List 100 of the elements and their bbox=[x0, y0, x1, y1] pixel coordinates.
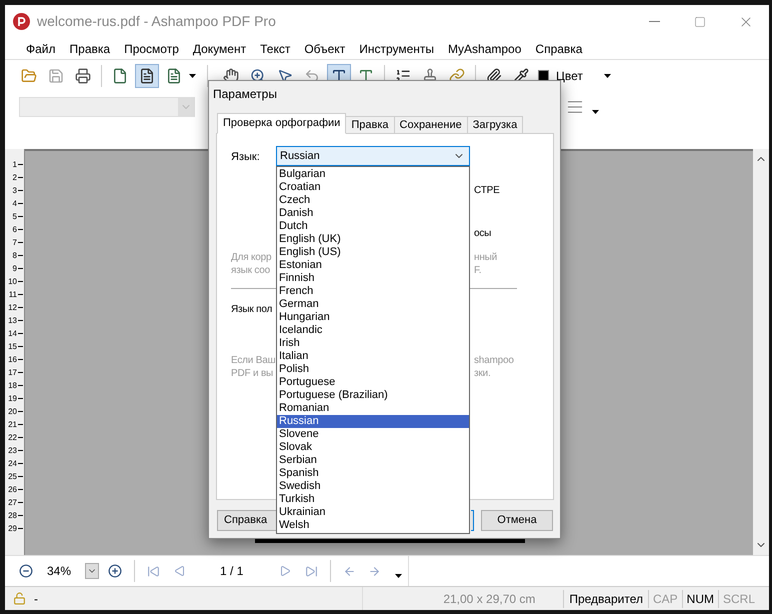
language-label: Язык: bbox=[231, 150, 260, 165]
menu-item[interactable]: Объект bbox=[297, 40, 352, 58]
language-option[interactable]: Polish bbox=[277, 363, 469, 376]
color-label[interactable]: Цвет bbox=[556, 66, 583, 84]
language-option[interactable]: Turkish bbox=[277, 493, 469, 506]
lock-status: - bbox=[34, 590, 38, 608]
language-option[interactable]: Russian bbox=[277, 415, 469, 428]
language-option[interactable]: Hungarian bbox=[277, 311, 469, 324]
language-option[interactable]: Ukrainian bbox=[277, 506, 469, 519]
language-option[interactable]: Bulgarian bbox=[277, 168, 469, 181]
menu-item[interactable]: Документ bbox=[186, 40, 254, 58]
ruler-number: 7 bbox=[12, 238, 17, 246]
language-option[interactable]: Welsh bbox=[277, 519, 469, 532]
color-swatch-icon[interactable] bbox=[538, 70, 549, 81]
zoom-level: 34% bbox=[47, 563, 72, 580]
language-option[interactable]: Icelandic bbox=[277, 324, 469, 337]
ruler-number: 6 bbox=[12, 226, 17, 234]
partial-text: зки. bbox=[474, 367, 491, 381]
scrollbar[interactable] bbox=[753, 149, 769, 555]
language-option[interactable]: Italian bbox=[277, 350, 469, 363]
menu-item[interactable]: Файл bbox=[19, 40, 63, 58]
language-option[interactable]: Portuguese (Brazilian) bbox=[277, 389, 469, 402]
menu-item[interactable]: Справка bbox=[528, 40, 590, 58]
partial-text: Язык пол bbox=[231, 303, 272, 317]
language-option[interactable]: Irish bbox=[277, 337, 469, 350]
language-option[interactable]: Czech bbox=[277, 194, 469, 207]
caret-icon[interactable] bbox=[604, 74, 611, 78]
minimize-icon bbox=[648, 21, 660, 22]
ruler-number: 21 bbox=[8, 420, 17, 428]
menu-item[interactable]: Текст bbox=[253, 40, 298, 58]
font-field[interactable] bbox=[19, 96, 195, 116]
tab[interactable]: Проверка орфографии bbox=[217, 113, 346, 134]
language-combobox[interactable]: Russian bbox=[276, 146, 470, 166]
language-option[interactable]: Serbian bbox=[277, 454, 469, 467]
ruler-number: 15 bbox=[8, 342, 17, 350]
ruler-number: 27 bbox=[8, 498, 17, 506]
key-indicator: CAP bbox=[648, 590, 682, 608]
language-option[interactable]: Finnish bbox=[277, 272, 469, 285]
partial-text: shampoo bbox=[474, 354, 514, 368]
language-option[interactable]: Estonian bbox=[277, 259, 469, 272]
zoom-dropdown[interactable] bbox=[85, 563, 100, 579]
partial-text: осы bbox=[474, 227, 492, 241]
help-button[interactable]: Справка bbox=[217, 510, 276, 531]
ruler-number: 10 bbox=[8, 278, 17, 286]
language-option[interactable]: Swedish bbox=[277, 480, 469, 493]
caret-icon[interactable] bbox=[395, 574, 402, 578]
zoom-out-icon[interactable] bbox=[19, 564, 33, 578]
language-list[interactable] bbox=[276, 166, 470, 534]
key-indicator: SCRL bbox=[718, 590, 759, 608]
menu-item[interactable]: MyAshampoo bbox=[441, 40, 528, 58]
language-option[interactable]: Danish bbox=[277, 207, 469, 220]
language-option[interactable]: English (US) bbox=[277, 246, 469, 259]
language-option[interactable]: English (UK) bbox=[277, 233, 469, 246]
menu-item[interactable]: Просмотр bbox=[117, 40, 186, 58]
partial-text: F. bbox=[474, 264, 482, 278]
window-title: welcome-rus.pdf - Ashampoo PDF Pro bbox=[37, 12, 276, 31]
partial-text: СТРЕ bbox=[474, 184, 500, 198]
ruler-number: 25 bbox=[8, 472, 17, 480]
ruler-number: 9 bbox=[12, 264, 17, 272]
ruler-number: 17 bbox=[8, 368, 17, 376]
caret-icon[interactable] bbox=[189, 74, 196, 78]
lock-icon bbox=[13, 592, 26, 605]
language-option[interactable]: Slovene bbox=[277, 428, 469, 441]
ruler-number: 16 bbox=[8, 356, 17, 364]
ruler-number: 12 bbox=[8, 304, 17, 312]
language-option[interactable]: Portuguese bbox=[277, 376, 469, 389]
ruler-number: 2 bbox=[12, 174, 17, 182]
tab[interactable]: Загрузка bbox=[466, 116, 524, 134]
cancel-button[interactable]: Отмена bbox=[481, 510, 553, 531]
ruler-number: 28 bbox=[8, 512, 17, 520]
ok-button-edge bbox=[471, 510, 474, 531]
zoom-in-icon[interactable] bbox=[108, 564, 122, 578]
language-option[interactable]: Romanian bbox=[277, 402, 469, 415]
maximize-icon bbox=[694, 16, 706, 28]
key-indicator: NUM bbox=[682, 590, 718, 608]
ruler-number: 14 bbox=[8, 330, 17, 338]
app-logo-icon bbox=[13, 13, 30, 30]
partial-text: PDF и вы bbox=[231, 367, 274, 381]
ruler-number: 3 bbox=[12, 186, 17, 194]
language-option[interactable]: Croatian bbox=[277, 181, 469, 194]
ruler-number: 29 bbox=[8, 524, 17, 532]
dialog-title: Параметры bbox=[213, 86, 277, 103]
ruler-number: 23 bbox=[8, 446, 17, 454]
ruler-number: 26 bbox=[8, 486, 17, 494]
ruler-number: 22 bbox=[8, 434, 17, 442]
partial-text: язык соо bbox=[231, 264, 270, 278]
ruler-number: 5 bbox=[12, 212, 17, 220]
language-option[interactable]: Slovak bbox=[277, 441, 469, 454]
page-icon[interactable] bbox=[135, 64, 159, 88]
menu-item[interactable]: Правка bbox=[62, 40, 118, 58]
language-option[interactable]: French bbox=[277, 285, 469, 298]
caret-icon[interactable] bbox=[592, 110, 599, 114]
view-mode: Предварител bbox=[563, 590, 648, 608]
ruler-number: 19 bbox=[8, 394, 17, 402]
menu-item[interactable]: Инструменты bbox=[352, 40, 442, 58]
ruler-number: 13 bbox=[8, 316, 17, 324]
language-option[interactable]: German bbox=[277, 298, 469, 311]
partial-text: Для корр bbox=[231, 251, 272, 265]
language-option[interactable]: Dutch bbox=[277, 220, 469, 233]
language-option[interactable]: Spanish bbox=[277, 467, 469, 480]
